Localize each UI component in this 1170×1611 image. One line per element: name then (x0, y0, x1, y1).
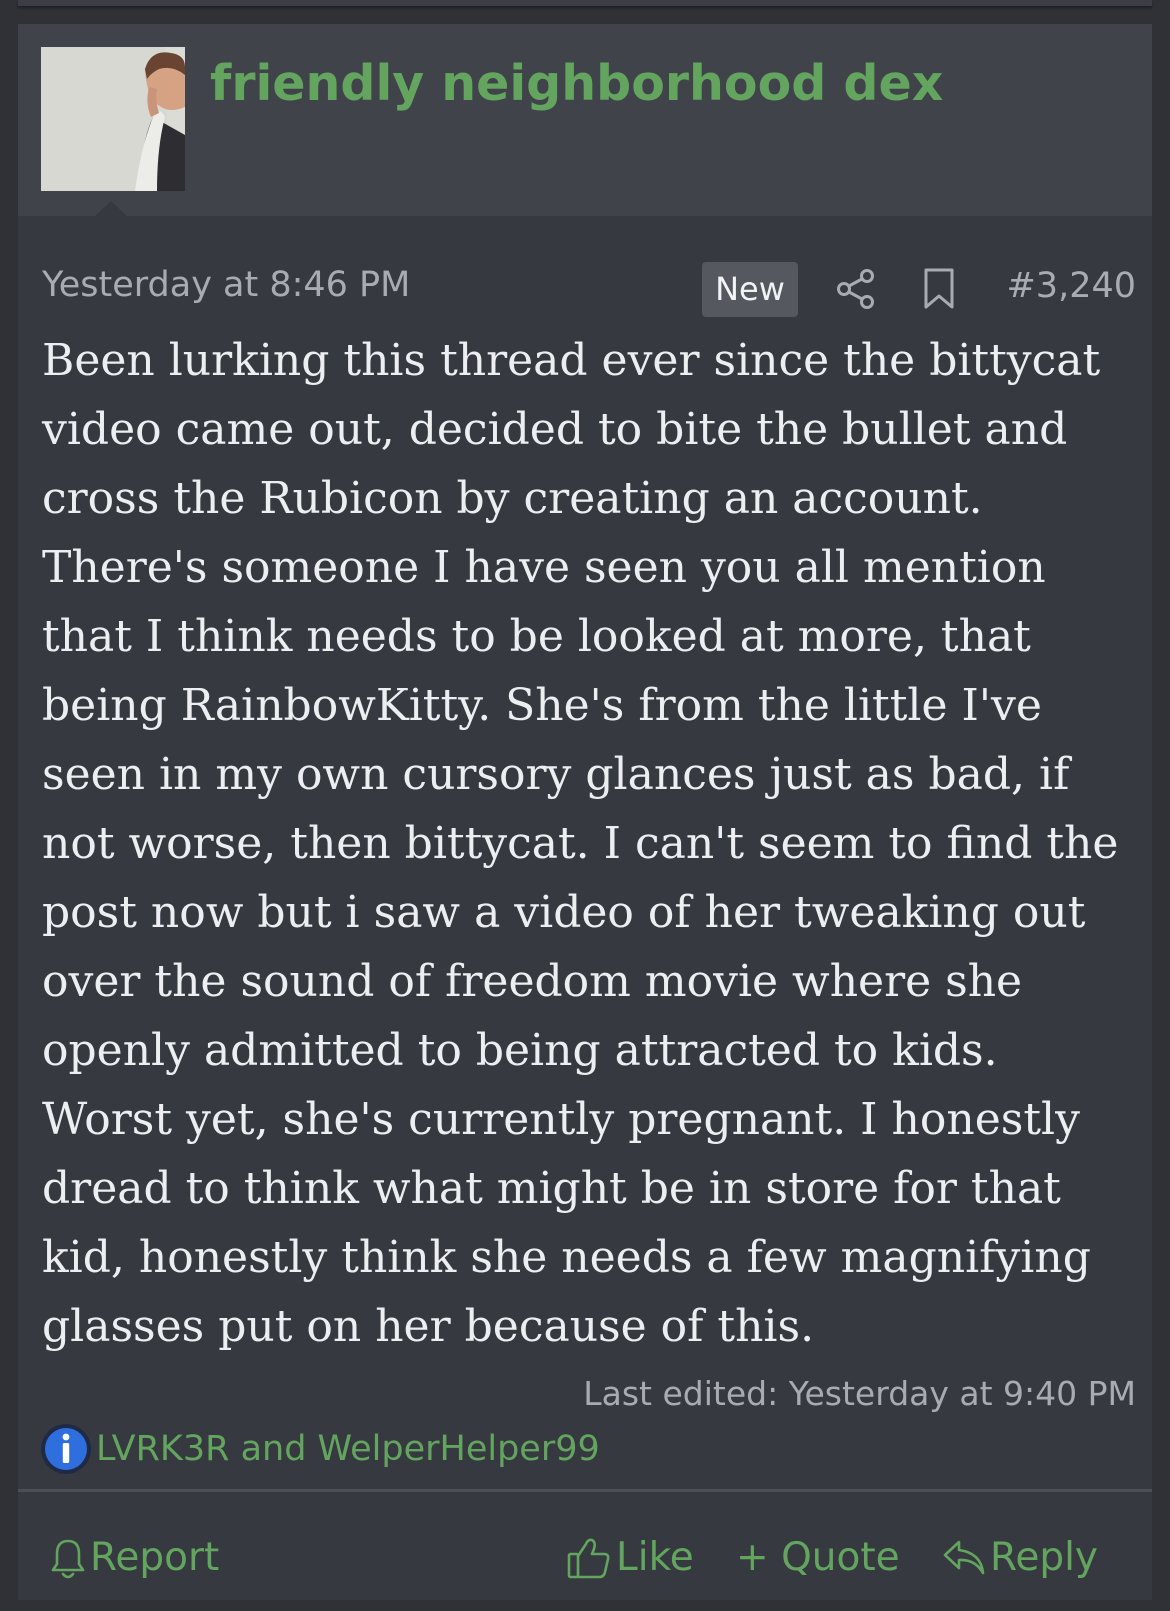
info-icon (41, 1424, 91, 1474)
report-label: Report (90, 1535, 220, 1580)
like-label: Like (616, 1535, 694, 1580)
like-button[interactable]: Like (566, 1534, 694, 1582)
reaction-summary[interactable]: LVRK3R and WelperHelper99 (40, 1421, 600, 1477)
avatar[interactable] (41, 47, 185, 191)
post-author[interactable]: friendly neighborhood dex (210, 54, 943, 114)
post-number-link[interactable]: #3,240 (1006, 265, 1136, 307)
new-badge: New (702, 262, 798, 317)
post-header: friendly neighborhood dex (18, 24, 1152, 216)
quote-label: + Quote (736, 1535, 900, 1580)
post-body: Been lurking this thread ever since the … (42, 335, 1119, 1352)
reply-button[interactable]: Reply (942, 1534, 1098, 1582)
reply-label: Reply (990, 1535, 1099, 1580)
bookmark-icon[interactable] (922, 267, 956, 311)
reply-arrow-icon (943, 1540, 985, 1575)
forum-post: friendly neighborhood dex Yesterday at 8… (18, 24, 1152, 1600)
previous-post-edge (18, 0, 1152, 6)
reaction-users[interactable]: LVRK3R and WelperHelper99 (96, 1428, 600, 1470)
header-pointer (95, 201, 127, 216)
bell-icon (51, 1539, 85, 1579)
thumbs-up-icon (567, 1538, 610, 1579)
quote-button[interactable]: + Quote (736, 1534, 900, 1582)
share-icon[interactable] (836, 268, 876, 310)
last-edited-note: Last edited: Yesterday at 9:40 PM (583, 1374, 1136, 1413)
footer-divider (18, 1489, 1152, 1492)
post-timestamp[interactable]: Yesterday at 8:46 PM (42, 264, 410, 306)
report-button[interactable]: Report (50, 1534, 219, 1582)
